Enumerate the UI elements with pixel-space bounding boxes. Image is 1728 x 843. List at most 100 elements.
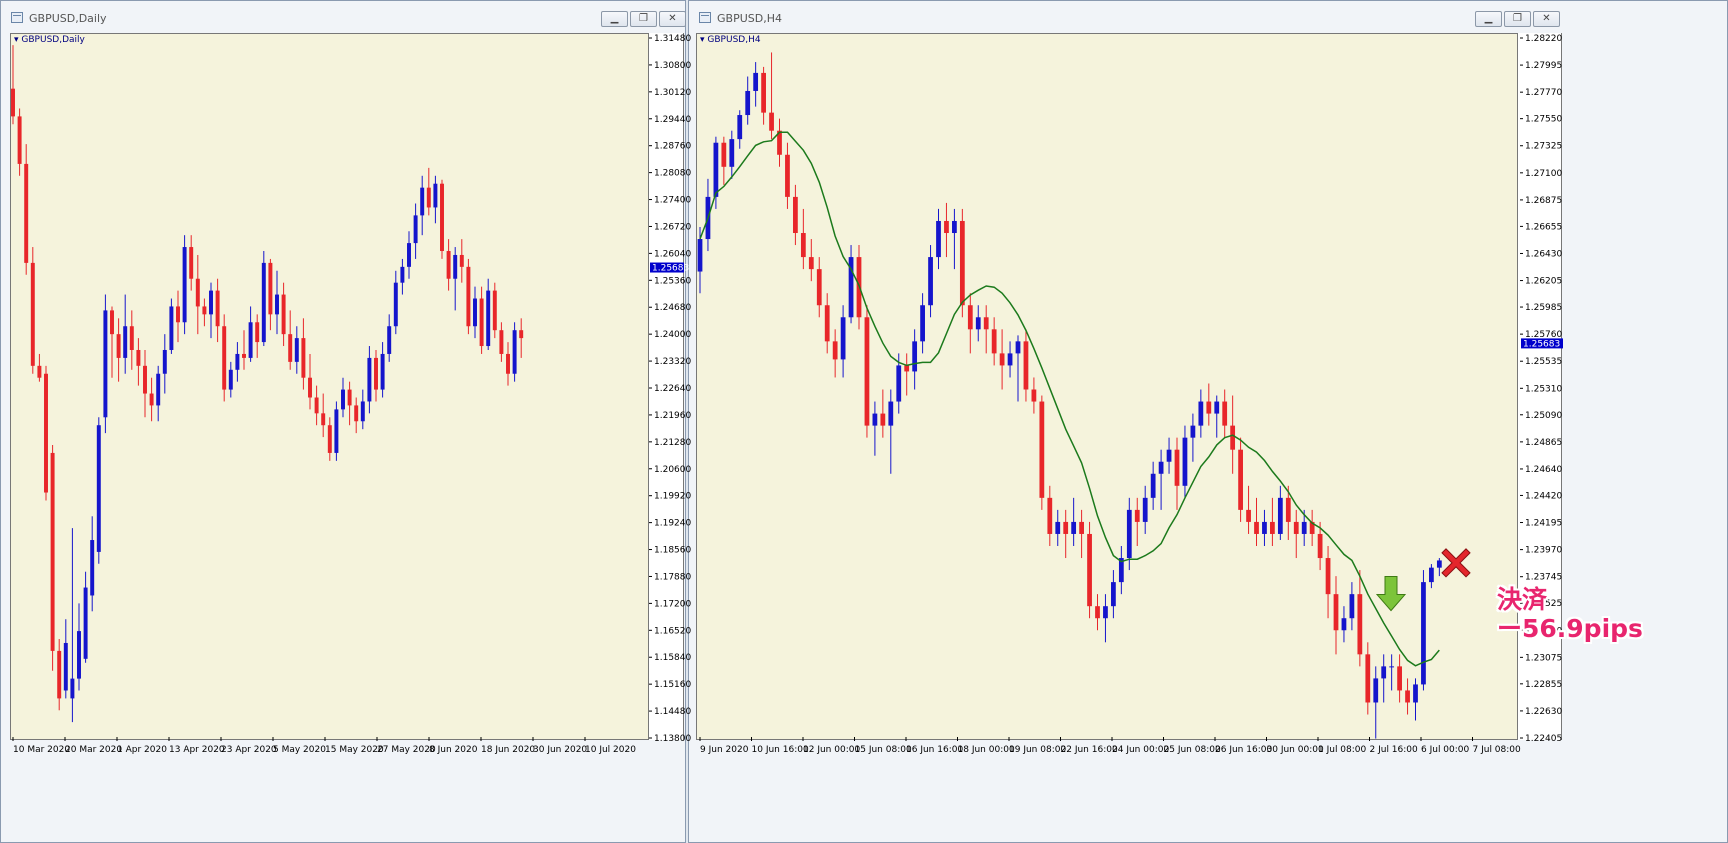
candle-body: [832, 341, 838, 360]
candle-body: [308, 377, 312, 398]
candle-body: [440, 183, 444, 252]
candle-body: [1206, 401, 1212, 414]
y-tick-label: 1.27770: [1525, 88, 1562, 98]
candle-body: [506, 353, 510, 374]
candle-body: [1087, 533, 1092, 607]
candle-body: [255, 322, 260, 343]
x-tick-label: 27 May 2020: [377, 745, 436, 755]
candle-body: [713, 142, 719, 197]
x-tick-label: 12 Jun 00:00: [803, 745, 860, 755]
y-tick-label: 1.23320: [654, 357, 691, 367]
y-tick-label: 1.16520: [654, 626, 691, 636]
x-tick-label: 1 Apr 2020: [117, 745, 167, 755]
x-tick-label: 26 Jun 16:00: [1215, 745, 1272, 755]
candle-body: [1301, 521, 1307, 534]
candle-body: [1317, 533, 1323, 559]
candle-body: [1174, 449, 1180, 486]
y-tick-label: 1.17880: [654, 572, 691, 582]
x-tick-label: 10 Jul 2020: [585, 745, 636, 755]
candle-body: [1055, 521, 1061, 534]
candle-body: [301, 338, 306, 378]
candle-body: [261, 262, 266, 343]
candle-body: [983, 317, 989, 330]
y-tick-label: 1.18560: [654, 546, 691, 556]
candle-body: [1158, 461, 1164, 474]
candle-body: [268, 262, 273, 315]
y-tick-label: 1.30800: [654, 61, 691, 71]
candle-body: [492, 290, 497, 331]
x-tick-label: 25 Jun 08:00: [1164, 745, 1221, 755]
candle-body: [753, 72, 759, 91]
pips-result-label: ー56.9pips: [1497, 614, 1643, 643]
candle-body: [1063, 521, 1069, 534]
y-tick-label: 1.24865: [1525, 438, 1562, 448]
candle-body: [904, 365, 910, 372]
green-down-arrow-icon: [1375, 576, 1407, 612]
candle-body: [314, 397, 319, 414]
candle-body: [275, 294, 279, 315]
candle-body: [294, 338, 299, 362]
y-tick-label: 1.24680: [654, 303, 691, 313]
candle-body: [466, 266, 471, 327]
candle-body: [1285, 497, 1291, 522]
candle-body: [176, 306, 180, 323]
candle-body: [1079, 521, 1084, 534]
candle-body: [1222, 401, 1228, 426]
candle-body: [1230, 425, 1236, 450]
candle-body: [975, 317, 981, 330]
candle-body: [1126, 509, 1132, 559]
candle-body: [420, 187, 425, 216]
y-tick-label: 1.26205: [1525, 277, 1562, 287]
x-tick-label: 24 Jun 00:00: [1112, 745, 1169, 755]
candle-body: [1389, 666, 1395, 668]
candle-body: [321, 413, 326, 426]
candle-body: [944, 220, 949, 234]
y-tick-label: 1.25535: [1525, 357, 1562, 367]
candle-body: [928, 257, 933, 306]
y-tick-label: 1.28080: [654, 169, 691, 179]
candle-body: [1166, 449, 1172, 462]
x-tick-label: 1 Jul 08:00: [1318, 745, 1367, 755]
y-tick-label: 1.20600: [654, 465, 691, 475]
x-tick-label: 19 Jun 08:00: [1009, 745, 1066, 755]
x-tick-label: 7 Jul 08:00: [1473, 745, 1522, 755]
candle-body: [83, 587, 88, 659]
candle-body: [1421, 582, 1426, 685]
candle-body: [1047, 497, 1053, 534]
y-tick-label: 1.25360: [654, 276, 691, 286]
candle-body: [413, 215, 418, 244]
candle-body: [1007, 353, 1013, 366]
candle-body: [499, 330, 504, 354]
candle-body: [327, 425, 332, 453]
x-tick-label: 30 Jun 00:00: [1267, 745, 1324, 755]
y-tick-label: 1.26040: [654, 249, 691, 259]
candle-body: [473, 298, 477, 327]
candle-body: [920, 305, 925, 342]
y-tick-label: 1.24195: [1525, 519, 1562, 529]
candle-body: [347, 389, 352, 406]
candle-body: [44, 373, 48, 493]
candle-body: [393, 282, 398, 327]
candle-body: [426, 187, 431, 208]
candle-body: [967, 305, 973, 330]
y-tick-label: 1.26430: [1525, 249, 1562, 259]
candle-body: [1277, 497, 1283, 534]
candle-body: [334, 409, 339, 453]
candle-body: [721, 142, 727, 167]
candle-body: [785, 154, 790, 197]
candle-body: [182, 247, 187, 323]
candle-body: [374, 357, 378, 390]
candle-body: [11, 88, 15, 117]
candle-body: [1246, 509, 1251, 522]
y-tick-label: 1.21960: [654, 411, 691, 421]
candle-body: [215, 290, 220, 327]
candle-body: [360, 401, 365, 422]
candle-body: [90, 540, 95, 596]
candle-body: [824, 305, 830, 342]
candle-body: [912, 341, 918, 372]
charts-svg: 1.31480 1.30800 1.30120 1.29440 1.28760 1.280…: [11, 34, 1563, 755]
candle-body: [1071, 521, 1077, 534]
candle-body: [1150, 473, 1156, 498]
candle-body: [1349, 594, 1355, 619]
y-tick-label: 1.26875: [1525, 196, 1562, 206]
